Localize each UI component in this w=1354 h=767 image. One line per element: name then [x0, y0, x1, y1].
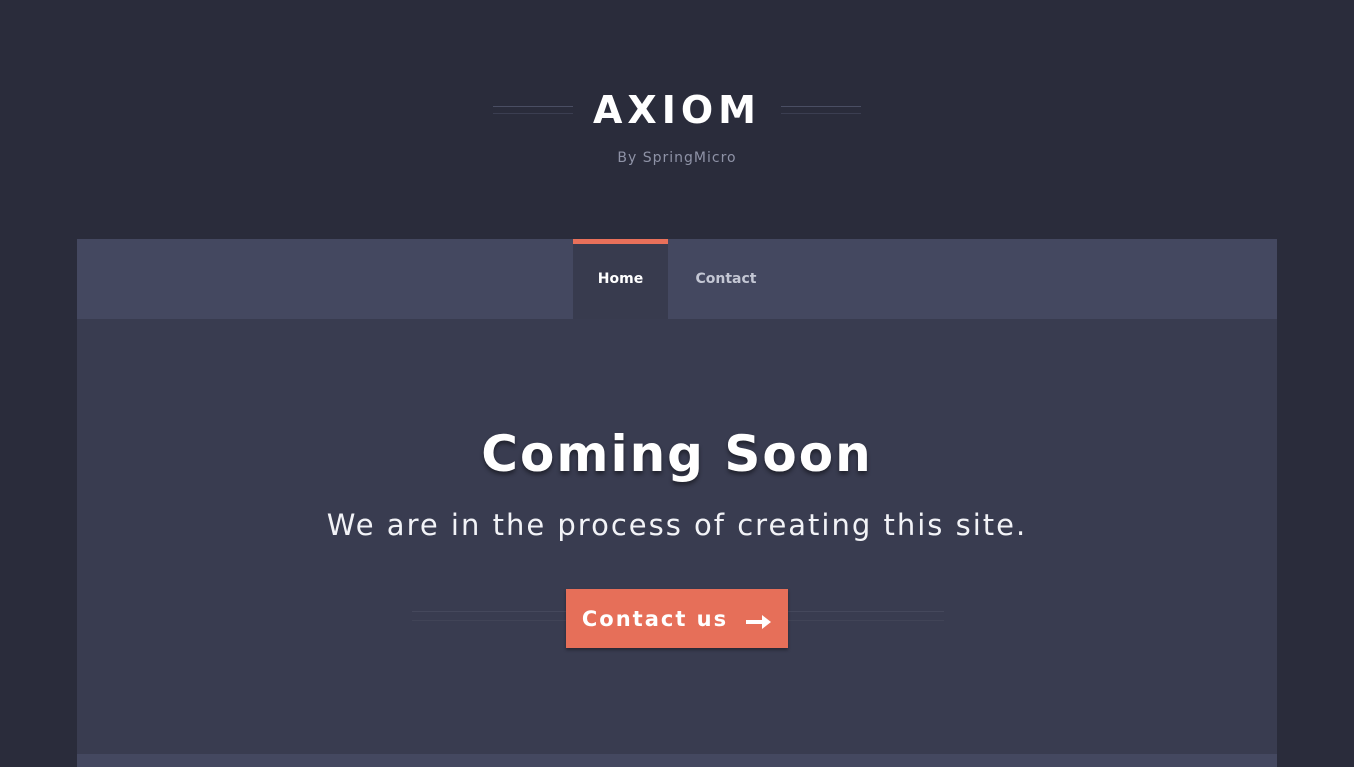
arrow-right-icon [746, 611, 772, 629]
main-panel: Coming Soon We are in the process of cre… [77, 319, 1277, 754]
main-nav: Home Contact [77, 239, 1277, 319]
site-byline: By SpringMicro [617, 150, 737, 166]
nav-item-contact[interactable]: Contact [668, 239, 784, 319]
contact-us-button[interactable]: Contact us [566, 589, 788, 648]
cta-rule-left [412, 611, 566, 621]
hero-tagline: We are in the process of creating this s… [326, 508, 1028, 542]
cta-rule-right [788, 611, 944, 621]
footer-strip [77, 754, 1277, 767]
hero-headline: Coming Soon [481, 425, 873, 483]
nav-list: Home Contact [573, 239, 784, 319]
site-title: AXIOM [593, 88, 761, 132]
page: AXIOM By SpringMicro Home Contact Coming… [0, 0, 1354, 767]
site-header: AXIOM By SpringMicro [0, 84, 1354, 166]
title-rule-right [780, 106, 861, 114]
nav-item-home[interactable]: Home [573, 239, 668, 319]
title-rule-left [493, 106, 574, 114]
brand-row: AXIOM [0, 84, 1354, 136]
contact-us-label: Contact us [581, 606, 729, 631]
cta-area: Contact us [412, 589, 944, 648]
